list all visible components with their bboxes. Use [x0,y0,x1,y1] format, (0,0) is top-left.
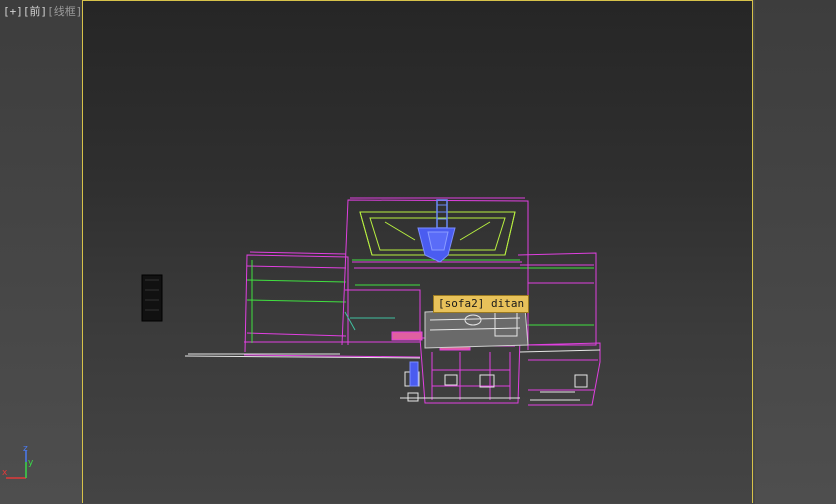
object-tooltip: [sofa2] ditan [433,295,530,313]
viewport-label[interactable]: [+][前][线框] [3,3,82,19]
axis-gizmo: z y x [0,440,60,504]
dark-object[interactable] [141,274,163,322]
axis-x-label: x [2,468,8,478]
axis-y-label: y [28,458,34,468]
viewport-app[interactable]: [+][前][线框] [sofa2] ditan z y x [0,0,836,504]
viewport-menu-shading[interactable]: [线框] [47,5,82,18]
building-wireframe[interactable] [184,197,601,406]
chandelier-object[interactable] [417,199,456,263]
blue-prop[interactable] [409,361,419,387]
viewport-menu-plus[interactable]: [+] [3,5,23,18]
viewport-menu-view[interactable]: [前] [23,5,47,18]
axis-z-label: z [23,444,28,454]
wireframe-scene[interactable] [0,0,836,504]
